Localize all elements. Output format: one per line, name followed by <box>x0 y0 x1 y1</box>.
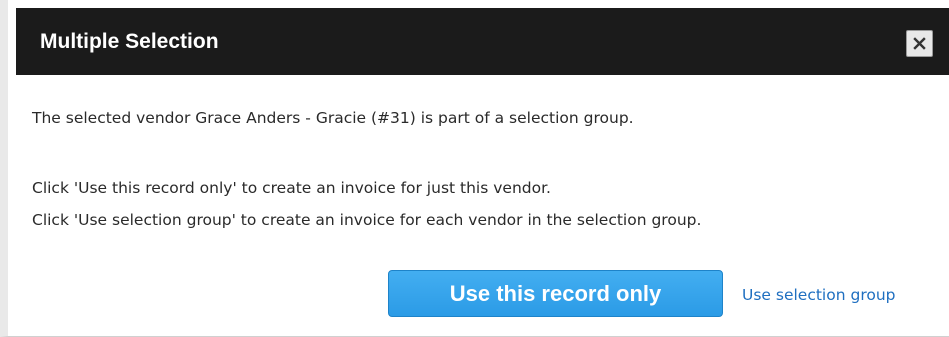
use-selection-group-link[interactable]: Use selection group <box>742 285 896 305</box>
use-this-record-only-button[interactable]: Use this record only <box>388 270 723 317</box>
multiple-selection-dialog: Multiple Selection The selected vendor G… <box>0 0 949 337</box>
vendor-selection-message: The selected vendor Grace Anders - Graci… <box>32 109 634 127</box>
use-group-instruction: Click 'Use selection group' to create an… <box>32 211 702 229</box>
dialog-titlebar: Multiple Selection <box>16 8 949 75</box>
dialog-title: Multiple Selection <box>40 30 219 53</box>
close-button[interactable] <box>906 30 933 57</box>
close-icon <box>913 37 926 50</box>
use-record-instruction: Click 'Use this record only' to create a… <box>32 179 551 197</box>
